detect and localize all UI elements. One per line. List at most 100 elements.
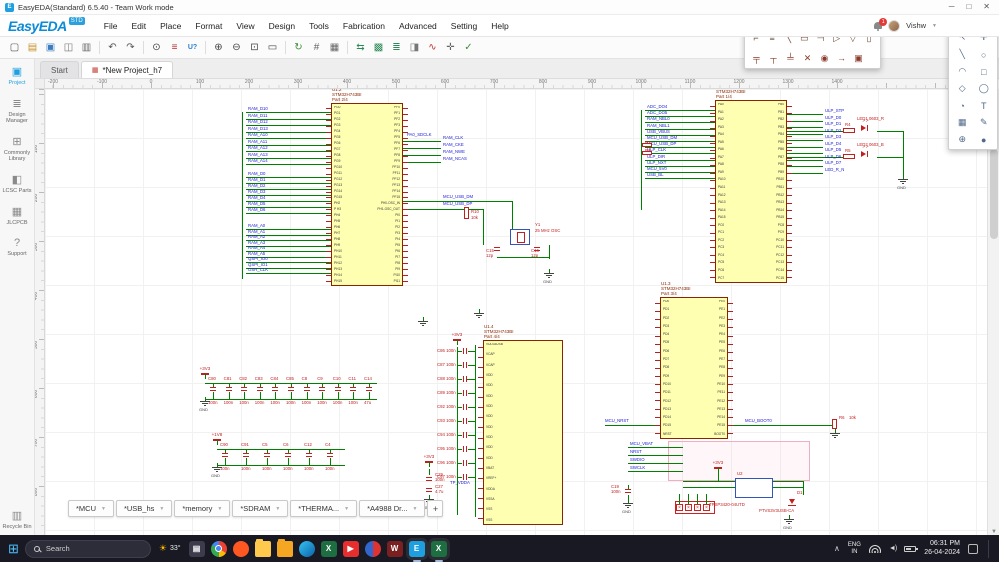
wire[interactable] xyxy=(468,463,475,464)
wire[interactable] xyxy=(468,351,475,352)
component-label[interactable]: 10k xyxy=(471,215,478,220)
taskbar-app-easyeda[interactable]: E xyxy=(408,540,425,562)
wire[interactable] xyxy=(246,164,331,165)
wire[interactable] xyxy=(259,392,261,399)
wire[interactable] xyxy=(267,458,268,465)
wire[interactable] xyxy=(683,487,735,488)
wire[interactable] xyxy=(228,392,230,399)
net-label[interactable]: ULP_D6 xyxy=(825,154,841,159)
net-label[interactable]: RAM_D6 xyxy=(248,207,265,212)
net-label[interactable]: ULP_NXT xyxy=(647,160,666,165)
wiring-plus5v-flag-tool-icon[interactable]: ┬ xyxy=(766,50,781,66)
sidebar-item-jlcpcb[interactable]: ▦ JLCPCB xyxy=(0,206,34,227)
capacitor[interactable] xyxy=(264,453,270,457)
wire[interactable] xyxy=(458,351,462,352)
wire[interactable] xyxy=(458,449,462,450)
net-label[interactable]: MCU_USB_DP xyxy=(443,201,472,206)
toolbar-zoom-fit-icon[interactable]: ⊡ xyxy=(246,39,263,57)
capacitor[interactable] xyxy=(463,446,467,452)
capacitor[interactable] xyxy=(241,387,248,391)
connector-pad[interactable]: × xyxy=(694,504,701,511)
net-label[interactable]: RAM_D3 xyxy=(248,189,265,194)
menu-view[interactable]: View xyxy=(229,15,261,36)
net-label[interactable]: MCU_NRST xyxy=(605,418,629,423)
wire[interactable] xyxy=(306,392,308,399)
net-label[interactable]: RAM_A0 xyxy=(248,223,265,228)
net-label[interactable]: ULP_D3 xyxy=(825,134,841,139)
component-label[interactable]: LED1 0603_R xyxy=(857,116,884,121)
taskbar-app-chrome[interactable] xyxy=(210,540,227,557)
tab-start[interactable]: Start xyxy=(40,61,79,78)
toolbar-theme-icon[interactable]: ▦ xyxy=(326,39,343,57)
sheet-tab--a4988-dr-[interactable]: *A4988 Dr... ▼ xyxy=(359,500,426,517)
gnd-flag[interactable] xyxy=(544,273,554,274)
component-label[interactable]: R2 xyxy=(645,140,651,145)
net-label[interactable]: RAM_D5 xyxy=(248,201,265,206)
menu-place[interactable]: Place xyxy=(153,15,188,36)
wire[interactable] xyxy=(403,155,441,156)
ic-u1.1[interactable]: PA0 PA1 PA2 PA3 PA4 PA5 PA6 PA7 PA8 PA9 PA10 PA11 PA… xyxy=(715,100,787,283)
wire[interactable] xyxy=(468,421,475,422)
gnd-flag[interactable] xyxy=(418,321,428,322)
toolbar-cross-probe-icon[interactable]: ✛ xyxy=(442,39,459,57)
connector-pad[interactable]: × xyxy=(676,504,683,511)
wire[interactable] xyxy=(275,392,277,399)
net-label[interactable]: RAM_A12 xyxy=(248,145,268,150)
net-label[interactable]: RAM_D2 xyxy=(248,183,265,188)
wire[interactable] xyxy=(244,392,246,399)
resistor[interactable] xyxy=(843,128,855,133)
net-label[interactable]: RAM_D11 xyxy=(248,113,268,118)
wiring-pin-tool-icon[interactable]: → xyxy=(834,50,849,66)
component-label[interactable]: U2 xyxy=(737,471,743,476)
wire[interactable] xyxy=(468,365,475,366)
toolbar-symbol-u-icon[interactable]: U? xyxy=(184,39,201,57)
wire[interactable] xyxy=(242,112,243,279)
menu-advanced[interactable]: Advanced xyxy=(392,15,444,36)
sidebar-item-recycle-bin[interactable]: ▥ Recycle Bin xyxy=(0,511,34,531)
net-label[interactable]: RAM_D4 xyxy=(248,195,265,200)
wire[interactable] xyxy=(683,481,735,482)
wire[interactable] xyxy=(497,257,549,258)
wire[interactable] xyxy=(468,407,475,408)
capacitor[interactable] xyxy=(256,387,263,391)
toolbar-zoom-out-icon[interactable]: ⊖ xyxy=(228,39,245,57)
sheet-tab--therma-[interactable]: *THERMA... ▼ xyxy=(290,500,358,517)
tray-chevron-icon[interactable]: ∧ xyxy=(834,544,840,553)
capacitor[interactable] xyxy=(222,453,228,457)
battery-icon[interactable] xyxy=(904,545,918,552)
toolbar-refresh-icon[interactable]: ↻ xyxy=(290,39,307,57)
wire[interactable] xyxy=(246,213,331,214)
component-label[interactable]: 25 MHz OSC xyxy=(535,228,560,233)
component-label[interactable]: R5 xyxy=(845,148,851,153)
component-label[interactable]: 4.7u xyxy=(435,489,443,494)
wire[interactable] xyxy=(309,458,310,465)
menu-edit[interactable]: Edit xyxy=(124,15,153,36)
sidebar-item-project[interactable]: ▣ Project xyxy=(0,67,34,87)
wire[interactable] xyxy=(468,393,475,394)
wire[interactable] xyxy=(246,273,331,274)
sheet-tab--usb_hs[interactable]: *USB_hs ▼ xyxy=(115,500,173,517)
wire[interactable] xyxy=(641,110,642,210)
drawing-pie-tool-icon[interactable]: ◔ xyxy=(954,99,970,112)
net-label[interactable]: RAM_A11 xyxy=(248,139,267,144)
wire[interactable] xyxy=(718,468,719,473)
net-label[interactable]: RAM_CKE xyxy=(443,142,464,147)
drawing-dot-tool-icon[interactable]: ● xyxy=(976,133,992,146)
sidebar-item-commonly-library[interactable]: ⊞ Commonly Library xyxy=(0,136,34,163)
wire[interactable] xyxy=(787,166,823,167)
net-label[interactable]: RAM_NWE xyxy=(443,149,465,154)
diode[interactable] xyxy=(789,499,795,504)
taskbar-app-folder-yellow[interactable] xyxy=(254,538,271,557)
net-label[interactable]: ULP_D7 xyxy=(825,160,841,165)
wire[interactable] xyxy=(458,379,462,380)
wire[interactable] xyxy=(679,494,680,504)
wire[interactable] xyxy=(429,462,430,467)
wire[interactable] xyxy=(403,162,441,163)
capacitor[interactable] xyxy=(225,387,232,391)
menu-format[interactable]: Format xyxy=(188,15,229,36)
capacitor[interactable] xyxy=(463,432,467,438)
wire[interactable] xyxy=(877,131,903,132)
show-desktop-button[interactable] xyxy=(988,539,991,558)
capacitor[interactable] xyxy=(288,387,294,391)
toolbar-netlist-icon[interactable]: ≡ xyxy=(166,39,183,57)
